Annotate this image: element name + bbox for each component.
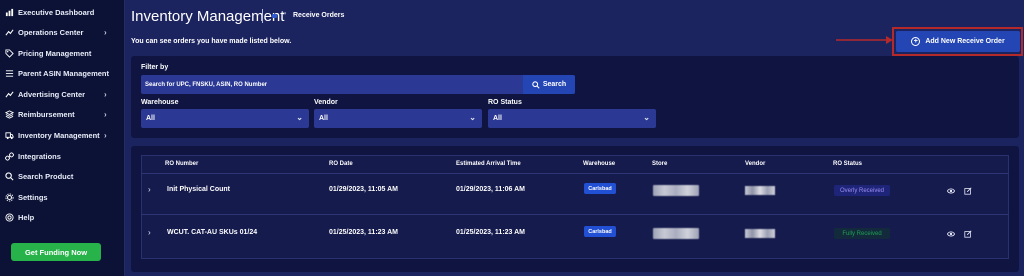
breadcrumb-arrow-icon: » xyxy=(283,11,287,17)
list-icon xyxy=(4,68,14,78)
sidebar-item-label: Pricing Management xyxy=(18,48,92,58)
chart-icon xyxy=(4,7,14,17)
chevron-down-icon: ⌄ xyxy=(469,113,476,122)
chevron-right-icon: › xyxy=(104,130,107,140)
sidebar-item-reimbursement[interactable]: Reimbursement › xyxy=(0,105,125,123)
col-vendor-header: Vendor xyxy=(745,161,766,167)
chevron-right-icon: › xyxy=(104,27,107,37)
view-eye-icon[interactable] xyxy=(947,230,955,238)
page-subtitle: You can see orders you have made listed … xyxy=(131,38,292,45)
ro-number-cell[interactable]: Init Physical Count xyxy=(167,186,230,193)
search-icon xyxy=(532,80,540,89)
gear-icon xyxy=(4,192,14,202)
sidebar-item-label: Executive Dashboard xyxy=(18,7,95,17)
add-receive-order-button[interactable]: + Add New Receive Order xyxy=(896,31,1020,52)
search-icon xyxy=(4,171,14,181)
trend-icon xyxy=(4,27,14,37)
trend-icon xyxy=(4,89,14,99)
warehouse-value: All xyxy=(146,115,155,122)
breadcrumb-icon xyxy=(272,14,277,18)
search-button-label: Search xyxy=(542,81,567,88)
expand-row-chevron-icon[interactable]: › xyxy=(148,228,151,237)
sidebar-item-executive-dashboard[interactable]: Executive Dashboard xyxy=(0,3,125,21)
store-redacted xyxy=(653,185,699,196)
vendor-redacted xyxy=(745,229,775,238)
edit-icon[interactable] xyxy=(964,230,972,238)
col-store-header: Store xyxy=(652,161,668,167)
truck-icon xyxy=(4,130,14,140)
sidebar-item-label: Integrations xyxy=(18,151,61,161)
sidebar-item-label: Parent ASIN Management xyxy=(18,68,109,78)
sidebar-item-search-product[interactable]: Search Product xyxy=(0,167,125,185)
sidebar-item-label: Reimbursement xyxy=(18,109,75,119)
vendor-label: Vendor xyxy=(314,99,338,106)
sidebar-item-parent-asin-management[interactable]: Parent ASIN Management xyxy=(0,64,125,82)
sidebar-item-label: Help xyxy=(18,212,35,222)
col-warehouse-header: Warehouse xyxy=(583,161,616,167)
red-arrow-annotation xyxy=(836,36,893,44)
status-badge: Fully Received xyxy=(834,228,890,239)
orders-table xyxy=(141,155,1009,259)
sidebar-item-label: Operations Center xyxy=(18,27,84,37)
warehouse-label: Warehouse xyxy=(141,99,179,106)
help-icon xyxy=(4,212,14,222)
col-eta-header: Estimated Arrival Time xyxy=(456,161,521,167)
sidebar-item-label: Inventory Management xyxy=(18,130,100,140)
store-redacted xyxy=(653,228,699,239)
col-ro-number-header: RO Number xyxy=(165,161,199,167)
sidebar-item-label: Advertising Center xyxy=(18,89,86,99)
sidebar-item-help[interactable]: Help xyxy=(0,208,125,226)
search-button[interactable]: Search xyxy=(523,75,575,94)
warehouse-badge: Carlsbad xyxy=(584,226,616,237)
title-divider xyxy=(262,9,263,23)
col-ro-date-header: RO Date xyxy=(329,161,353,167)
sidebar-item-advertising-center[interactable]: Advertising Center › xyxy=(0,85,125,103)
ro-number-cell[interactable]: WCUT. CAT-AU SKUs 01/24 xyxy=(167,229,257,236)
view-eye-icon[interactable] xyxy=(947,187,955,195)
ro-date-cell: 01/29/2023, 11:05 AM xyxy=(329,186,399,193)
breadcrumb[interactable]: Receive Orders xyxy=(293,12,344,19)
link-icon xyxy=(4,151,14,161)
sidebar-item-label: Search Product xyxy=(18,171,74,181)
warehouse-select[interactable]: All ⌄ xyxy=(141,109,309,128)
chevron-right-icon: › xyxy=(104,89,107,99)
chevron-down-icon: ⌄ xyxy=(643,113,650,122)
eta-cell: 01/25/2023, 11:23 AM xyxy=(456,229,526,236)
plus-circle-icon: + xyxy=(911,37,921,46)
sidebar-item-label: Settings xyxy=(18,192,48,202)
col-ro-status-header: RO Status xyxy=(833,161,863,167)
layers-icon xyxy=(4,109,14,119)
add-button-label: Add New Receive Order xyxy=(925,38,1005,45)
tag-icon xyxy=(4,48,14,58)
ro-status-label: RO Status xyxy=(488,99,522,106)
search-input[interactable]: Search for UPC, FNSKU, ASIN, RO Number xyxy=(141,75,523,94)
sidebar-item-inventory-management[interactable]: Inventory Management › xyxy=(0,126,125,144)
chevron-down-icon: ⌄ xyxy=(296,113,303,122)
ro-status-value: All xyxy=(493,115,502,122)
ro-date-cell: 01/25/2023, 11:23 AM xyxy=(329,229,399,236)
status-badge: Overly Received xyxy=(834,185,890,196)
sidebar-item-operations-center[interactable]: Operations Center › xyxy=(0,23,125,41)
sidebar-item-integrations[interactable]: Integrations xyxy=(0,147,125,165)
vendor-value: All xyxy=(319,115,328,122)
header-divider xyxy=(141,173,1009,174)
eta-cell: 01/29/2023, 11:06 AM xyxy=(456,186,526,193)
row-divider xyxy=(141,214,1009,215)
expand-row-chevron-icon[interactable]: › xyxy=(148,185,151,194)
sidebar-item-settings[interactable]: Settings xyxy=(0,188,125,206)
sidebar-item-pricing-management[interactable]: Pricing Management xyxy=(0,44,125,62)
get-funding-button[interactable]: Get Funding Now xyxy=(11,243,101,261)
warehouse-badge: Carlsbad xyxy=(584,183,616,194)
filter-label: Filter by xyxy=(141,64,169,71)
vendor-select[interactable]: All ⌄ xyxy=(314,109,482,128)
edit-icon[interactable] xyxy=(964,187,972,195)
vendor-redacted xyxy=(745,186,775,195)
chevron-right-icon: › xyxy=(104,109,107,119)
ro-status-select[interactable]: All ⌄ xyxy=(488,109,656,128)
